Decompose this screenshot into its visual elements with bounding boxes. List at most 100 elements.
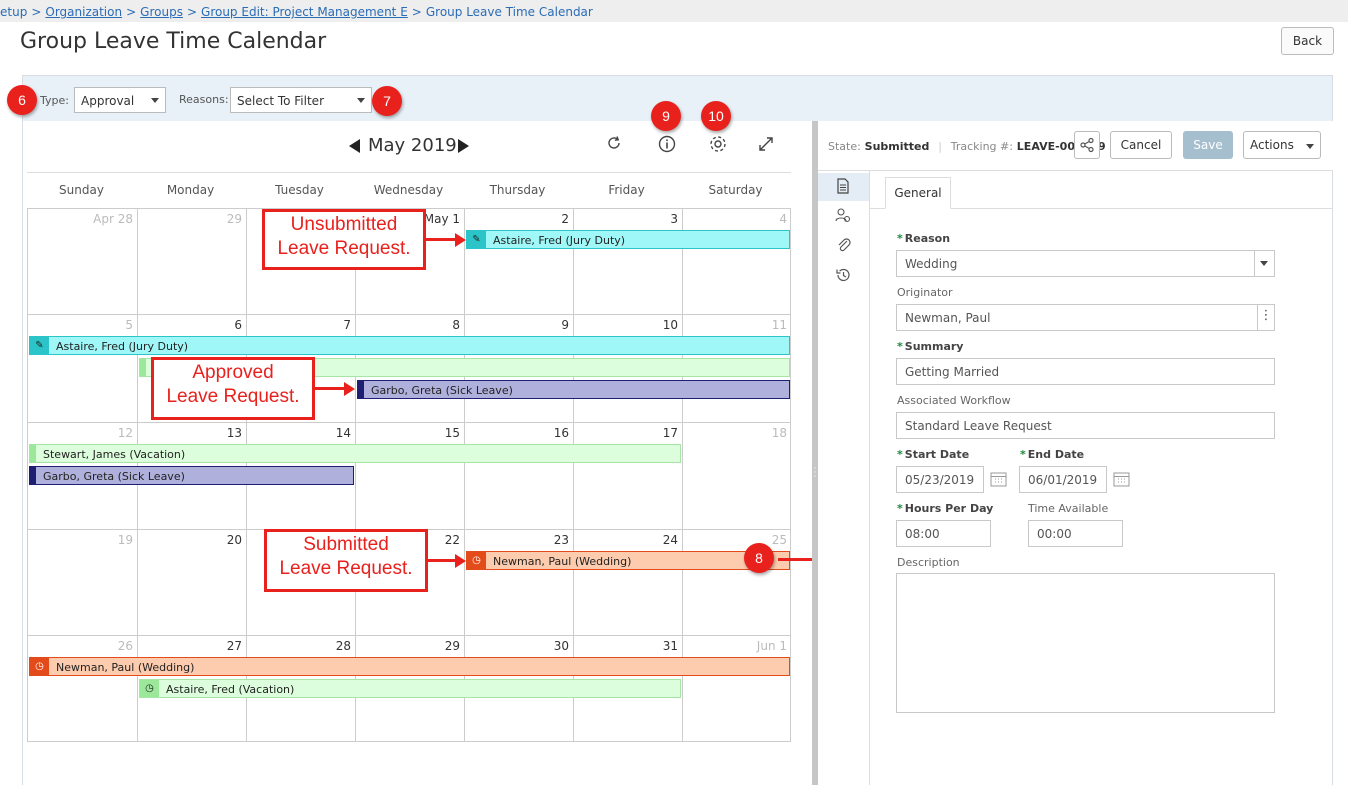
gear-icon[interactable] — [707, 134, 729, 156]
hours-per-day-input[interactable]: 08:00 — [896, 520, 991, 547]
leave-event-label: Garbo, Greta (Sick Leave) — [371, 384, 513, 397]
end-date-input[interactable]: 06/01/2019 — [1019, 466, 1107, 493]
save-button[interactable]: Save — [1183, 131, 1233, 159]
day-cell-number[interactable]: 31 — [578, 639, 678, 653]
day-cell-number[interactable]: 16 — [469, 426, 569, 440]
leave-event[interactable]: ✎ Astaire, Fred (Jury Duty) — [29, 336, 790, 355]
day-cell-number[interactable]: 25 — [687, 533, 787, 547]
breadcrumb-organization[interactable]: Organization — [45, 5, 122, 19]
summary-label: * Summary — [897, 340, 964, 353]
day-cell-number[interactable]: 8 — [360, 318, 460, 332]
reasons-select[interactable]: Select To Filter — [230, 87, 372, 113]
day-cell-number[interactable]: 10 — [578, 318, 678, 332]
breadcrumb-group-edit[interactable]: Group Edit: Project Management E — [201, 5, 408, 19]
reason-dropdown-toggle[interactable] — [1254, 251, 1274, 276]
day-cell-number[interactable]: 17 — [578, 426, 678, 440]
leave-event[interactable]: ◷ Astaire, Fred (Vacation) — [139, 679, 681, 698]
leave-event[interactable]: Garbo, Greta (Sick Leave) — [357, 380, 790, 399]
calendar-icon[interactable] — [990, 471, 1007, 490]
leave-event-label: Astaire, Fred (Jury Duty) — [56, 340, 189, 353]
leave-event-label: Garbo, Greta (Sick Leave) — [43, 470, 185, 483]
reason-select[interactable]: Wedding — [896, 250, 1275, 277]
callout-unsubmitted: Unsubmitted Leave Request. — [262, 209, 426, 270]
leave-event-label: Astaire, Fred (Vacation) — [166, 683, 295, 696]
day-cell-number[interactable]: 4 — [687, 212, 787, 226]
day-cell-number[interactable]: 11 — [687, 318, 787, 332]
prev-month-icon[interactable] — [349, 139, 360, 153]
tab-general[interactable]: General — [885, 177, 951, 209]
leave-event[interactable]: ✎ Astaire, Fred (Jury Duty) — [466, 230, 790, 249]
leave-event[interactable]: ◷ Newman, Paul (Wedding) — [29, 657, 790, 676]
callout-line: Leave Request. — [166, 386, 300, 407]
annotation-arrow-tip — [455, 554, 466, 568]
day-cell-number[interactable]: 27 — [142, 639, 242, 653]
actions-label: Actions — [1250, 138, 1294, 152]
day-cell-number[interactable]: 18 — [687, 426, 787, 440]
day-cell-number[interactable]: 23 — [469, 533, 569, 547]
paperclip-icon[interactable] — [836, 237, 852, 256]
user-settings-icon[interactable] — [835, 207, 851, 226]
day-cell-number[interactable]: 7 — [251, 318, 351, 332]
start-date-input[interactable]: 05/23/2019 — [896, 466, 984, 493]
leave-event[interactable]: ◷ Newman, Paul (Wedding) — [466, 551, 790, 570]
day-cell-number[interactable]: 30 — [469, 639, 569, 653]
share-icon — [1080, 137, 1094, 153]
status-bar — [30, 467, 36, 484]
actions-dropdown[interactable]: Actions — [1243, 131, 1321, 159]
workflow-field[interactable]: Standard Leave Request — [896, 412, 1275, 439]
type-select-value: Approval — [81, 94, 135, 108]
day-cell-number[interactable]: 6 — [142, 318, 242, 332]
callout-approved: Approved Leave Request. — [151, 357, 315, 420]
document-icon[interactable] — [836, 178, 850, 197]
share-button[interactable] — [1074, 131, 1100, 159]
dow-wednesday: Wednesday — [373, 183, 444, 197]
day-cell-number[interactable]: 28 — [251, 639, 351, 653]
expand-icon[interactable] — [755, 134, 777, 156]
day-cell-number[interactable]: 3 — [578, 212, 678, 226]
breadcrumb-setup[interactable]: etup — [0, 5, 27, 19]
clock-icon: ◷ — [140, 680, 159, 697]
callout-line: Unsubmitted — [290, 214, 398, 235]
summary-input[interactable]: Getting Married — [896, 358, 1275, 385]
calendar-icon[interactable] — [1113, 471, 1130, 490]
history-icon[interactable] — [835, 267, 851, 286]
info-icon[interactable] — [656, 134, 678, 156]
leave-event[interactable]: Stewart, James (Vacation) — [29, 444, 681, 463]
time-available-label: Time Available — [1028, 502, 1109, 515]
annotation-arrow — [428, 559, 456, 562]
cancel-button[interactable]: Cancel — [1110, 131, 1172, 159]
leave-event-label: Newman, Paul (Wedding) — [56, 661, 195, 674]
day-cell-number[interactable]: 15 — [360, 426, 460, 440]
more-vertical-icon[interactable]: ⋮ — [1257, 305, 1274, 330]
tracking-label: Tracking #: — [950, 140, 1013, 153]
day-cell-number[interactable]: 2 — [469, 212, 569, 226]
day-cell-number[interactable]: 5 — [33, 318, 133, 332]
day-cell-number[interactable]: 14 — [251, 426, 351, 440]
day-cell-number[interactable]: 29 — [142, 212, 242, 226]
day-cell-number[interactable]: Jun 1 — [687, 639, 787, 653]
breadcrumb: etup > Organization > Groups > Group Edit: Pro… — [0, 0, 1348, 22]
leave-event[interactable]: Garbo, Greta (Sick Leave) — [29, 466, 354, 485]
type-select[interactable]: Approval — [74, 87, 166, 113]
chevron-down-icon — [1260, 261, 1268, 266]
hours-per-day-label: * Hours Per Day — [897, 502, 994, 515]
day-cell-number[interactable]: 12 — [33, 426, 133, 440]
pencil-icon: ✎ — [30, 337, 49, 354]
day-cell-number[interactable]: 9 — [469, 318, 569, 332]
day-cell-number[interactable]: Apr 28 — [33, 212, 133, 226]
annotation-arrow — [315, 387, 345, 390]
day-cell-number[interactable]: 20 — [142, 533, 242, 547]
next-month-icon[interactable] — [458, 139, 469, 153]
annotation-arrow-tip — [455, 233, 466, 247]
back-button[interactable]: Back — [1281, 27, 1334, 55]
day-cell-number[interactable]: 29 — [360, 639, 460, 653]
day-cell-number[interactable]: 13 — [142, 426, 242, 440]
day-cell-number[interactable]: 24 — [578, 533, 678, 547]
day-cell-number[interactable]: 26 — [33, 639, 133, 653]
refresh-icon[interactable] — [603, 134, 625, 156]
callout-submitted: Submitted Leave Request. — [264, 529, 428, 592]
originator-field[interactable]: Newman, Paul ⋮ — [896, 304, 1275, 331]
description-textarea[interactable] — [896, 573, 1275, 713]
day-cell-number[interactable]: 19 — [33, 533, 133, 547]
breadcrumb-groups[interactable]: Groups — [140, 5, 183, 19]
